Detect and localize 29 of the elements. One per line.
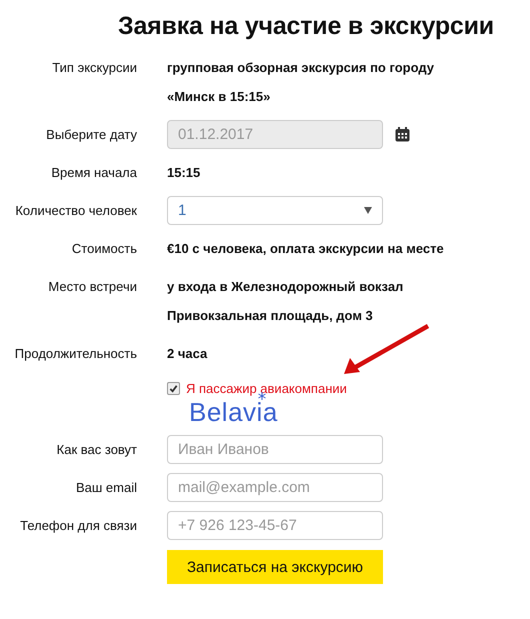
field-label: Выберите дату <box>45 127 137 142</box>
submit-button[interactable]: Записаться на экскурсию <box>167 550 383 584</box>
field-value: Привокзальная площадь, дом 3 <box>167 307 374 325</box>
field-value: групповая обзорная экскурсия по городу <box>167 59 434 77</box>
field-value: 2 часа <box>167 345 208 363</box>
field-value: у входа в Железнодорожный вокзал <box>167 278 404 296</box>
field-value: «Минск в 15:15» <box>167 88 272 106</box>
field-label: Телефон для связи <box>19 518 137 533</box>
field-label: Ваш email <box>74 480 137 495</box>
airline-logo: Belavia <box>189 398 278 426</box>
input-field[interactable]: mail@example.com <box>167 473 383 502</box>
field-label: Как вас зовут <box>56 442 137 457</box>
calendar-icon[interactable] <box>395 127 410 142</box>
checkbox-label[interactable]: Я пассажир авиакомпании <box>186 381 347 396</box>
field-label: Продолжительность <box>14 345 137 363</box>
checkbox[interactable] <box>167 382 180 395</box>
input-field[interactable]: Иван Иванов <box>167 435 383 464</box>
field-label: Место встречи <box>47 278 137 296</box>
field-label: Время начала <box>50 164 137 182</box>
caret-icon <box>364 207 372 214</box>
snowflake-icon <box>258 392 266 400</box>
field-value: 15:15 <box>167 164 200 182</box>
field-label: Стоимость <box>70 240 137 258</box>
field-value: €10 с человека, оплата экскурсии на месте <box>167 240 444 258</box>
page-title: Заявка на участие в экскурсии <box>118 11 494 42</box>
field-label: Тип экскурсии <box>51 59 137 77</box>
count-select[interactable]: 1 <box>167 196 383 225</box>
input-field[interactable]: +7 926 123-45-67 <box>167 511 383 540</box>
field-label: Количество человек <box>14 203 137 218</box>
